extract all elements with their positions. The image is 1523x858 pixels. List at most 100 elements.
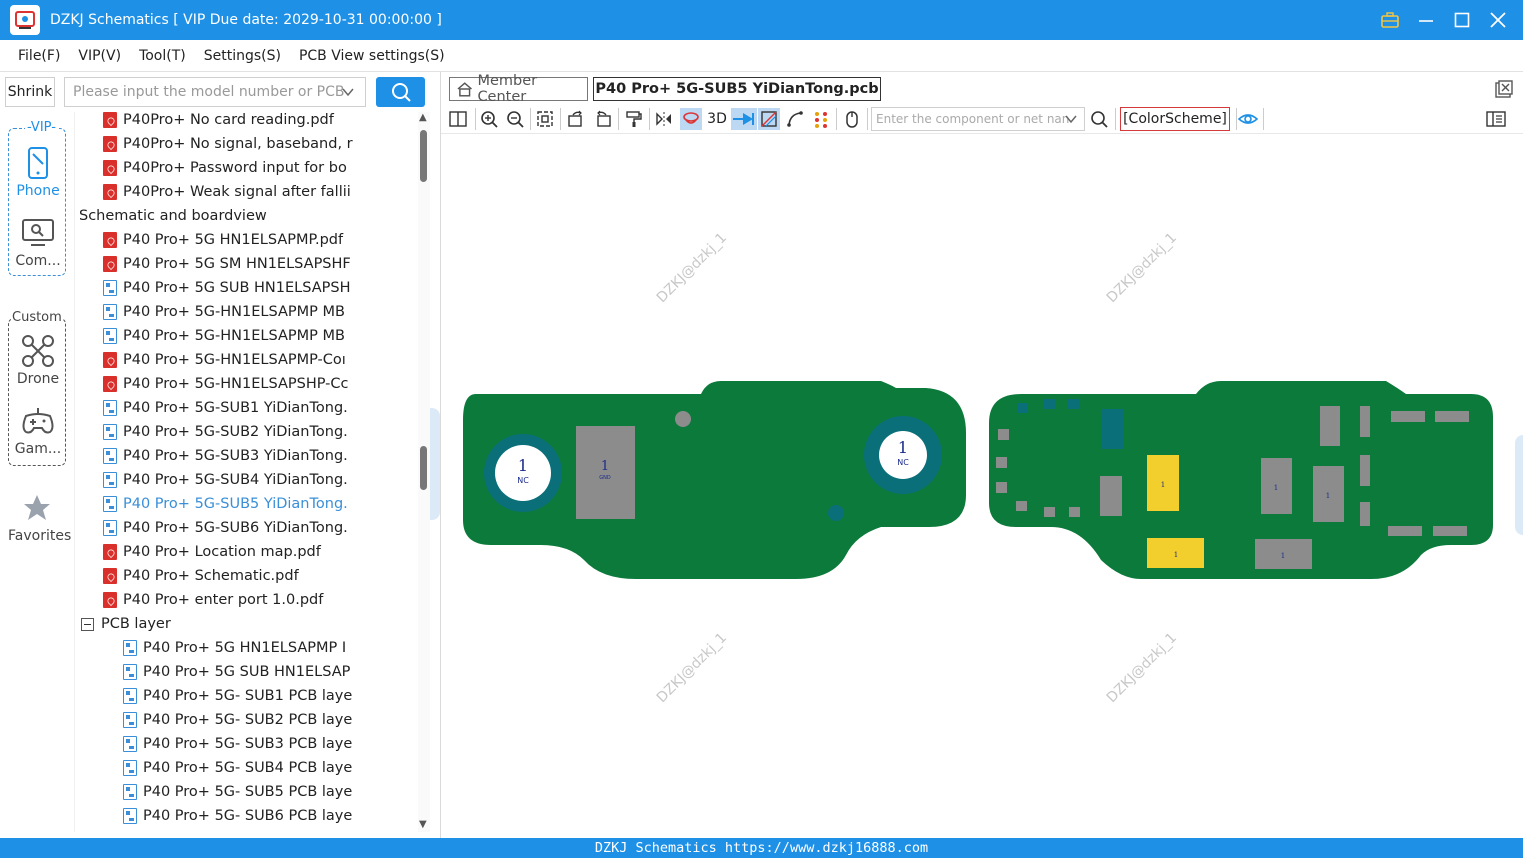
panel-splitter-handle[interactable] [430,408,440,520]
mouse-icon[interactable] [841,108,863,130]
scroll-up-icon[interactable]: ▲ [419,112,427,123]
menu-pcb-view-settings[interactable]: PCB View settings(S) [291,48,453,64]
color-scheme-button[interactable]: [ColorScheme] [1120,107,1230,131]
fit-screen-icon[interactable] [534,108,556,130]
pcb-file-icon [123,760,137,776]
rail-item-computer[interactable]: Com... [9,213,67,269]
tree-item[interactable]: P40Pro+ No signal, baseband, r [103,132,409,156]
rail-item-phone[interactable]: Phone [9,143,67,199]
side-panel-toggle-icon[interactable] [1485,108,1507,130]
tree-item[interactable]: P40 Pro+ 5G HN1ELSAPMP I [123,636,409,660]
tree-item-label: P40Pro+ Weak signal after fallii [123,184,351,200]
tree-item[interactable]: P40 Pro+ 5G-SUB3 YiDianTong. [103,444,409,468]
tree-scrollbar[interactable]: ▲ ▼ [418,112,430,832]
tree-item[interactable]: P40 Pro+ 5G-SUB4 YiDianTong. [103,468,409,492]
tree-item[interactable]: P40 Pro+ 5G-HN1ELSAPSHP-Cc [103,372,409,396]
tab-member-label: Member Center [477,73,538,105]
paint-roller-icon[interactable] [623,108,645,130]
tree-item[interactable]: P40 Pro+ 5G-HN1ELSAPMP-Coı [103,348,409,372]
scroll-thumb-secondary[interactable] [420,446,427,490]
minimize-icon[interactable] [1415,9,1437,31]
rail-item-favorites[interactable]: Favorites [8,488,71,544]
tree-item-label: P40 Pro+ 5G- SUB1 PCB laye [143,688,353,704]
zoom-in-icon[interactable] [478,108,500,130]
tree-item[interactable]: P40 Pro+ 5G SM HN1ELSAPSHF [103,252,409,276]
tree-item[interactable]: P40 Pro+ 5G-SUB5 YiDianTong. [103,492,409,516]
shrink-button[interactable]: Shrink [5,77,55,107]
view-3d-toggle[interactable]: 3D [705,108,729,130]
tree-folder[interactable]: PCB layer [81,612,409,636]
toolbar-separator [618,108,619,130]
gamepad-icon [18,401,58,441]
rail-label-drone: Drone [16,371,60,387]
tab-member-center[interactable]: Member Center [449,73,588,105]
toolbar-separator [530,108,531,130]
tree-item[interactable]: P40 Pro+ 5G SUB HN1ELSAP [123,660,409,684]
tree-item[interactable]: P40 Pro+ 5G- SUB6 PCB laye [123,804,409,828]
zoom-out-icon[interactable] [504,108,526,130]
app-logo-icon [10,5,40,35]
tree-item[interactable]: P40 Pro+ 5G-HN1ELSAPMP MB [103,324,409,348]
model-search-placeholder: Please input the model number or PCB [73,84,345,100]
tree-item[interactable]: P40 Pro+ 5G- SUB2 PCB laye [123,708,409,732]
model-search-input[interactable]: Please input the model number or PCB [64,77,366,107]
briefcase-icon[interactable] [1379,9,1401,31]
tree-item[interactable]: P40 Pro+ Location map.pdf [103,540,409,564]
scroll-thumb[interactable] [420,130,427,182]
tree-item[interactable]: P40 Pro+ 5G-HN1ELSAPMP MB [103,300,409,324]
right-panel-handle[interactable] [1515,435,1523,535]
tree-item[interactable]: P40 Pro+ enter port 1.0.pdf [103,588,409,612]
grid-dots-icon[interactable] [810,108,832,130]
pin-label: 1 [1281,552,1285,560]
tree-item[interactable]: P40 Pro+ 5G SUB HN1ELSAPSH [103,276,409,300]
net-trace-icon[interactable] [731,108,757,130]
tree-item[interactable]: P40 Pro+ 5G-SUB1 YiDianTong. [103,396,409,420]
pin-highlight-icon[interactable] [680,108,702,130]
menu-vip[interactable]: VIP(V) [70,48,129,64]
gnd-label: GND [599,475,611,481]
board-outline-icon[interactable] [758,108,780,130]
tree-item[interactable]: P40 Pro+ 5G- SUB4 PCB laye [123,756,409,780]
maximize-icon[interactable] [1451,9,1473,31]
tree-item[interactable]: P40 Pro+ 5G- SUB3 PCB laye [123,732,409,756]
tree-item[interactable]: P40 Pro+ 5G- SUB1 PCB laye [123,684,409,708]
eye-icon[interactable] [1237,108,1259,130]
rail-item-game[interactable]: Gam... [9,401,67,457]
tab-active-pcb[interactable]: P40 Pro+ 5G-SUB5 YiDianTong.pcb [593,77,881,101]
split-view-icon[interactable] [447,108,469,130]
close-all-tabs-icon[interactable] [1495,80,1513,102]
tree-item-label: P40Pro+ No card reading.pdf [123,112,334,128]
menu-file[interactable]: File(F) [10,48,68,64]
chevron-down-icon[interactable] [1064,112,1078,129]
close-icon[interactable] [1487,9,1509,31]
tree-item-label: P40 Pro+ 5G-SUB1 YiDianTong. [123,400,348,416]
menu-settings[interactable]: Settings(S) [196,48,289,64]
tree-item[interactable]: P40 Pro+ 5G HN1ELSAPMP.pdf [103,228,409,252]
rotate-right-icon[interactable] [592,108,614,130]
pdf-file-icon [103,544,117,560]
component-search-input[interactable]: Enter the component or net nan [871,107,1085,131]
tree-item[interactable]: P40 Pro+ Schematic.pdf [103,564,409,588]
tree-item[interactable]: P40Pro+ No card reading.pdf [103,112,409,132]
rotate-left-icon[interactable] [565,108,587,130]
tree-item-label: P40 Pro+ 5G-SUB2 YiDianTong. [123,424,348,440]
tree-folder[interactable]: Schematic and boardview [75,204,409,228]
chevron-down-icon[interactable] [341,85,355,103]
tree-item[interactable]: P40Pro+ Password input for bo [103,156,409,180]
component-search-icon[interactable] [1088,108,1110,130]
curve-tool-icon[interactable] [784,108,806,130]
tree-item[interactable]: P40 Pro+ 5G-SUB6 YiDianTong. [103,516,409,540]
tree-item[interactable]: P40Pro+ Weak signal after fallii [103,180,409,204]
rail-label-favorites: Favorites [8,528,72,544]
pcb-canvas[interactable]: DZKJ@dzkj_1 DZKJ@dzkj_1 DZKJ@dzkj_1 DZKJ… [441,135,1523,838]
mirror-icon[interactable] [653,108,675,130]
search-button[interactable] [376,77,425,107]
tree-item-label: P40 Pro+ 5G- SUB5 PCB laye [143,784,353,800]
scroll-down-icon[interactable]: ▼ [419,819,427,830]
collapse-icon[interactable] [81,617,94,631]
tree-item-label: P40 Pro+ 5G SUB HN1ELSAP [143,664,351,680]
tree-item[interactable]: P40 Pro+ 5G-SUB2 YiDianTong. [103,420,409,444]
tree-item[interactable]: P40 Pro+ 5G- SUB5 PCB laye [123,780,409,804]
menu-tool[interactable]: Tool(T) [131,48,194,64]
rail-item-drone[interactable]: Drone [9,331,67,387]
